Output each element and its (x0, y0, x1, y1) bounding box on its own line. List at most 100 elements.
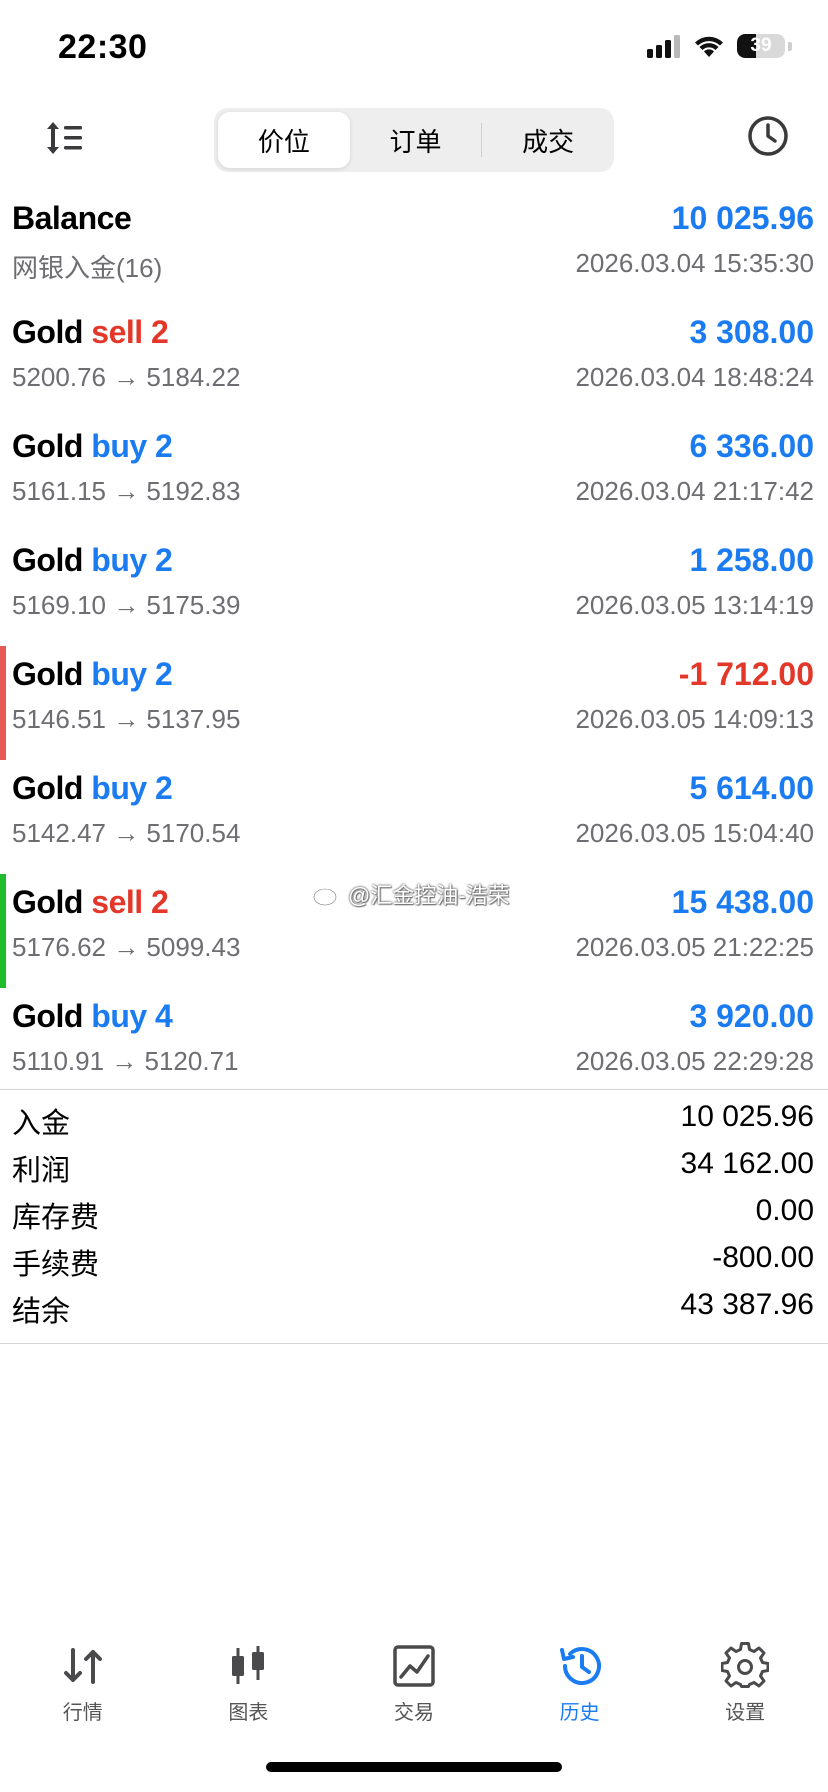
status-icons: 39 (647, 34, 792, 58)
view-segmented-control: 价位 订单 成交 (214, 108, 614, 172)
history-toolbar: 价位 订单 成交 (0, 108, 828, 176)
segment-label: 成交 (522, 126, 575, 157)
trade-line-chart-icon (393, 1645, 435, 1687)
summary-section: 入金 10 025.96 利润 34 162.00 库存费 0.00 手续费 -… (0, 1096, 828, 1331)
summary-row-profit: 利润 34 162.00 (0, 1143, 828, 1190)
row-indicator (0, 988, 6, 1102)
summary-value: 0.00 (755, 1194, 814, 1227)
tab-chart[interactable]: 图表 (166, 1632, 332, 1732)
row-indicator (0, 532, 6, 646)
deal-amount: 15 438.00 (671, 884, 814, 920)
summary-label: 入金 (12, 1108, 71, 1140)
summary-divider-top (0, 1089, 828, 1090)
deal-row[interactable]: Gold buy 2 5146.51 → 5137.95 -1 712.00 2… (0, 646, 828, 760)
watermark: @汇金控油-浩荣 (312, 878, 510, 910)
row-indicator (0, 304, 6, 418)
quotes-arrows-icon (63, 1648, 102, 1684)
deal-title: Gold buy 2 (12, 428, 173, 464)
deal-list: Balance 网银入金(16) 10 025.96 2026.03.04 15… (0, 190, 828, 1102)
deal-title: Gold buy 2 (12, 770, 173, 806)
deal-row[interactable]: Gold buy 2 5142.47 → 5170.54 5 614.00 20… (0, 760, 828, 874)
deal-row-balance[interactable]: Balance 网银入金(16) 10 025.96 2026.03.04 15… (0, 190, 828, 304)
deal-comment: 网银入金(16) (12, 253, 163, 283)
deal-side: sell 2 (91, 314, 169, 350)
row-indicator (0, 760, 6, 874)
deal-title: Gold sell 2 (12, 314, 169, 350)
summary-row-swap: 库存费 0.00 (0, 1190, 828, 1237)
deal-prices: 5146.51 → 5137.95 (12, 704, 241, 734)
home-indicator (266, 1762, 562, 1772)
deal-prices: 5176.62 → 5099.43 (12, 932, 241, 962)
segment-label: 订单 (389, 126, 442, 157)
deal-title: Gold buy 4 (12, 998, 173, 1034)
summary-value: 10 025.96 (680, 1100, 814, 1133)
sort-order-icon[interactable] (42, 116, 86, 160)
deal-side: sell 2 (91, 884, 169, 920)
bottom-tab-bar: 行情 图表 交易 历史 设置 (0, 1632, 828, 1732)
tab-settings[interactable]: 设置 (662, 1632, 828, 1732)
deal-amount: 10 025.96 (671, 200, 814, 236)
segment-label: 价位 (257, 126, 310, 157)
summary-label: 库存费 (12, 1202, 100, 1234)
deal-time: 2026.03.04 21:17:42 (575, 476, 814, 506)
tab-trade[interactable]: 交易 (331, 1632, 497, 1732)
tab-label: 行情 (62, 1702, 103, 1724)
deal-prices: 5110.91 → 5120.71 (12, 1046, 239, 1076)
tab-quotes[interactable]: 行情 (0, 1632, 166, 1732)
deal-side: buy 2 (91, 542, 173, 578)
tab-label: 设置 (725, 1702, 766, 1724)
row-indicator (0, 418, 6, 532)
deal-amount: 3 308.00 (689, 314, 814, 350)
deal-side: buy 2 (91, 770, 173, 806)
deal-row[interactable]: Gold buy 2 5169.10 → 5175.39 1 258.00 20… (0, 532, 828, 646)
wifi-icon (695, 36, 723, 57)
deal-amount: 1 258.00 (689, 542, 814, 578)
deal-row[interactable]: Gold buy 2 5161.15 → 5192.83 6 336.00 20… (0, 418, 828, 532)
deal-time: 2026.03.05 22:29:28 (575, 1046, 814, 1076)
row-indicator (0, 190, 6, 304)
tab-label: 图表 (228, 1702, 269, 1724)
deal-time: 2026.03.04 18:48:24 (575, 362, 814, 392)
gear-icon (721, 1642, 770, 1688)
tab-history[interactable]: 历史 (497, 1632, 663, 1732)
deal-amount: -1 712.00 (678, 656, 814, 692)
row-indicator (0, 874, 6, 988)
deal-time: 2026.03.05 13:14:19 (575, 590, 814, 620)
deal-side: buy 2 (91, 428, 173, 464)
battery-percent: 39 (750, 35, 772, 56)
deal-time: 2026.03.04 15:35:30 (575, 248, 814, 278)
summary-row-balance: 结余 43 387.96 (0, 1284, 828, 1331)
deal-title: Gold sell 2 (12, 884, 169, 920)
deal-row[interactable]: Gold buy 4 5110.91 → 5120.71 3 920.00 20… (0, 988, 828, 1102)
row-indicator (0, 646, 6, 760)
deal-prices: 5169.10 → 5175.39 (12, 590, 241, 620)
status-time: 22:30 (58, 28, 148, 66)
battery-cap (788, 41, 792, 51)
segment-orders[interactable]: 订单 (350, 112, 482, 168)
deal-time: 2026.03.05 14:09:13 (575, 704, 814, 734)
summary-value: 43 387.96 (680, 1288, 814, 1321)
summary-label: 结余 (12, 1296, 71, 1328)
segment-positions[interactable]: 价位 (218, 112, 350, 168)
summary-value: -800.00 (712, 1241, 814, 1274)
status-bar: 22:30 39 (0, 0, 828, 100)
deal-prices: 5200.76 → 5184.22 (12, 362, 241, 392)
tab-label: 历史 (559, 1702, 600, 1724)
summary-row-commission: 手续费 -800.00 (0, 1237, 828, 1284)
deal-amount: 5 614.00 (689, 770, 814, 806)
deal-amount: 6 336.00 (689, 428, 814, 464)
summary-divider-bottom (0, 1343, 828, 1344)
segment-deals[interactable]: 成交 (482, 112, 614, 168)
deal-side: buy 2 (91, 656, 173, 692)
deal-side: buy 4 (91, 998, 173, 1034)
deal-time: 2026.03.05 21:22:25 (575, 932, 814, 962)
summary-row-deposit: 入金 10 025.96 (0, 1096, 828, 1143)
deal-title: Gold buy 2 (12, 542, 173, 578)
summary-label: 利润 (12, 1155, 71, 1187)
clock-icon[interactable] (746, 114, 790, 158)
deal-row[interactable]: Gold sell 2 5200.76 → 5184.22 3 308.00 2… (0, 304, 828, 418)
candlestick-chart-icon (232, 1646, 265, 1684)
summary-value: 34 162.00 (680, 1147, 814, 1180)
watermark-text: @汇金控油-浩荣 (348, 883, 510, 908)
deal-prices: 5142.47 → 5170.54 (12, 818, 241, 848)
